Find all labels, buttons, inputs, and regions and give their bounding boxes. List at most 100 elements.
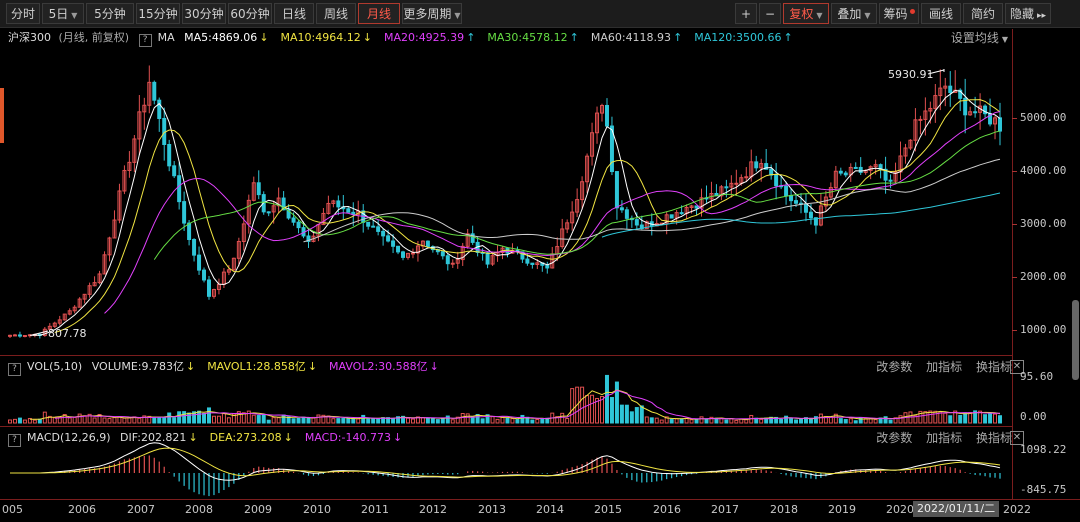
period-btn-label: 分时 [10,7,35,21]
tool-btn-6[interactable]: 简约 [963,3,1003,24]
period-btn-9[interactable]: 更多周期 ▼ [402,3,462,24]
volume-bar [162,417,167,424]
volume-bar [704,419,709,424]
volume-bar [157,416,162,424]
period-btn-4[interactable]: 30分钟 [182,3,226,24]
tool-btn-5[interactable]: 画线 [921,3,961,24]
candle-body [734,182,739,185]
period-btn-2[interactable]: 5分钟 [86,3,134,24]
volume-bar [495,418,500,424]
volume-bar [898,415,903,424]
price-chart[interactable] [0,29,1012,499]
volume-bar [585,395,590,424]
period-btn-3[interactable]: 15分钟 [136,3,180,24]
volume-bar [152,417,157,424]
vol-switch-indicator[interactable]: 换指标 [976,360,1012,374]
candle-body [794,200,799,204]
vol-tick-max: 95.60 [1020,370,1054,383]
period-btn-5[interactable]: 60分钟 [228,3,272,24]
volume-bar [211,415,216,424]
volume-bar [22,419,27,424]
volume-bar [182,411,187,424]
volume-bar [202,412,207,424]
volume-bar [226,417,231,424]
volume-bar [983,414,988,424]
volume-bar [759,418,764,424]
tool-btn-0[interactable]: + [735,3,757,24]
volume-bar [391,417,396,424]
volume-bar [614,381,619,424]
tool-btn-7[interactable]: 隐藏 ▸▸ [1005,3,1051,24]
macd-add-indicator[interactable]: 加指标 [926,431,962,445]
period-toolbar: 分时 5日 ▼ 5分钟 15分钟 30分钟 60分钟 日线 周线 月线 更多周期 ▼ + − 复权 ▼ 叠加 ▼ 筹… [0,0,1080,28]
candle-body [744,176,749,179]
macd-toggle-box[interactable]: ? [8,434,21,447]
candle-body [694,205,699,209]
volume-bar [207,407,211,424]
volume-bar [425,417,430,424]
candle-body [614,171,619,209]
volume-bar [276,417,281,424]
vertical-scrollbar[interactable] [1072,300,1079,380]
period-btn-label: 15分钟 [138,7,178,21]
period-btn-0[interactable]: 分时 [6,3,40,24]
trend-arrow-icon: ↓ [188,431,198,444]
time-tick: 2006 [68,503,96,516]
period-btn-6[interactable]: 日线 [274,3,314,24]
candle-body [604,104,609,127]
vol-tick-min: 0.00 [1020,410,1047,423]
volume-bar [450,419,455,424]
period-btn-8[interactable]: 月线 [358,3,400,24]
volume-bar [356,418,361,424]
volume-bar [107,418,112,424]
tool-btn-4[interactable]: 筹码 [879,3,919,24]
vol-tools: 改参数 加指标 换指标 [866,359,1012,375]
volume-bar [331,418,336,424]
candle-body [22,335,27,338]
macd-tick-max: 1098.22 [1020,443,1067,456]
volume-bar [336,418,341,424]
volume-bar [779,419,784,424]
volume-bar [92,417,97,424]
macd-edit-params[interactable]: 改参数 [876,431,912,445]
tool-btn-1[interactable]: − [759,3,781,24]
volume-bar [167,412,172,424]
tool-btn-3[interactable]: 叠加 ▼ [831,3,877,24]
left-edge-marker [0,88,4,143]
period-btn-label: 5分钟 [94,7,126,21]
vol-edit-params[interactable]: 改参数 [876,360,912,374]
volume-bar [530,419,535,424]
candle-body [376,226,381,232]
candle-body [396,245,401,253]
volume-bar [470,416,475,424]
candle-body [853,166,858,169]
volume-bar [12,418,17,424]
volume-bar [490,416,495,424]
volume-bar [729,418,734,424]
macd-switch-indicator[interactable]: 换指标 [976,431,1012,445]
volume-bar [316,414,321,424]
period-btn-1[interactable]: 5日 ▼ [42,3,84,24]
time-tick: 2010 [303,503,331,516]
chevron-down-icon: ▼ [816,11,823,20]
volume-bar [679,418,684,424]
ma20-line [104,111,1001,314]
candle-body [291,217,296,223]
candle-body [192,238,197,256]
tool-btn-2[interactable]: 复权 ▼ [783,3,829,24]
volume-bar [699,416,704,424]
volume-bar [500,416,505,424]
volume-bar [794,419,799,424]
volume-bar [689,419,694,424]
volume-bar [515,419,520,424]
volume-bar [818,413,823,424]
candle-body [774,174,779,187]
volume-bar [117,416,122,424]
candle-body [754,161,759,169]
period-btn-7[interactable]: 周线 [316,3,356,24]
volume-bar [361,414,366,424]
period-btn-label: 日线 [281,7,306,21]
vol-add-indicator[interactable]: 加指标 [926,360,962,374]
vol-toggle-box[interactable]: ? [8,363,21,376]
volume-bar [838,418,843,424]
